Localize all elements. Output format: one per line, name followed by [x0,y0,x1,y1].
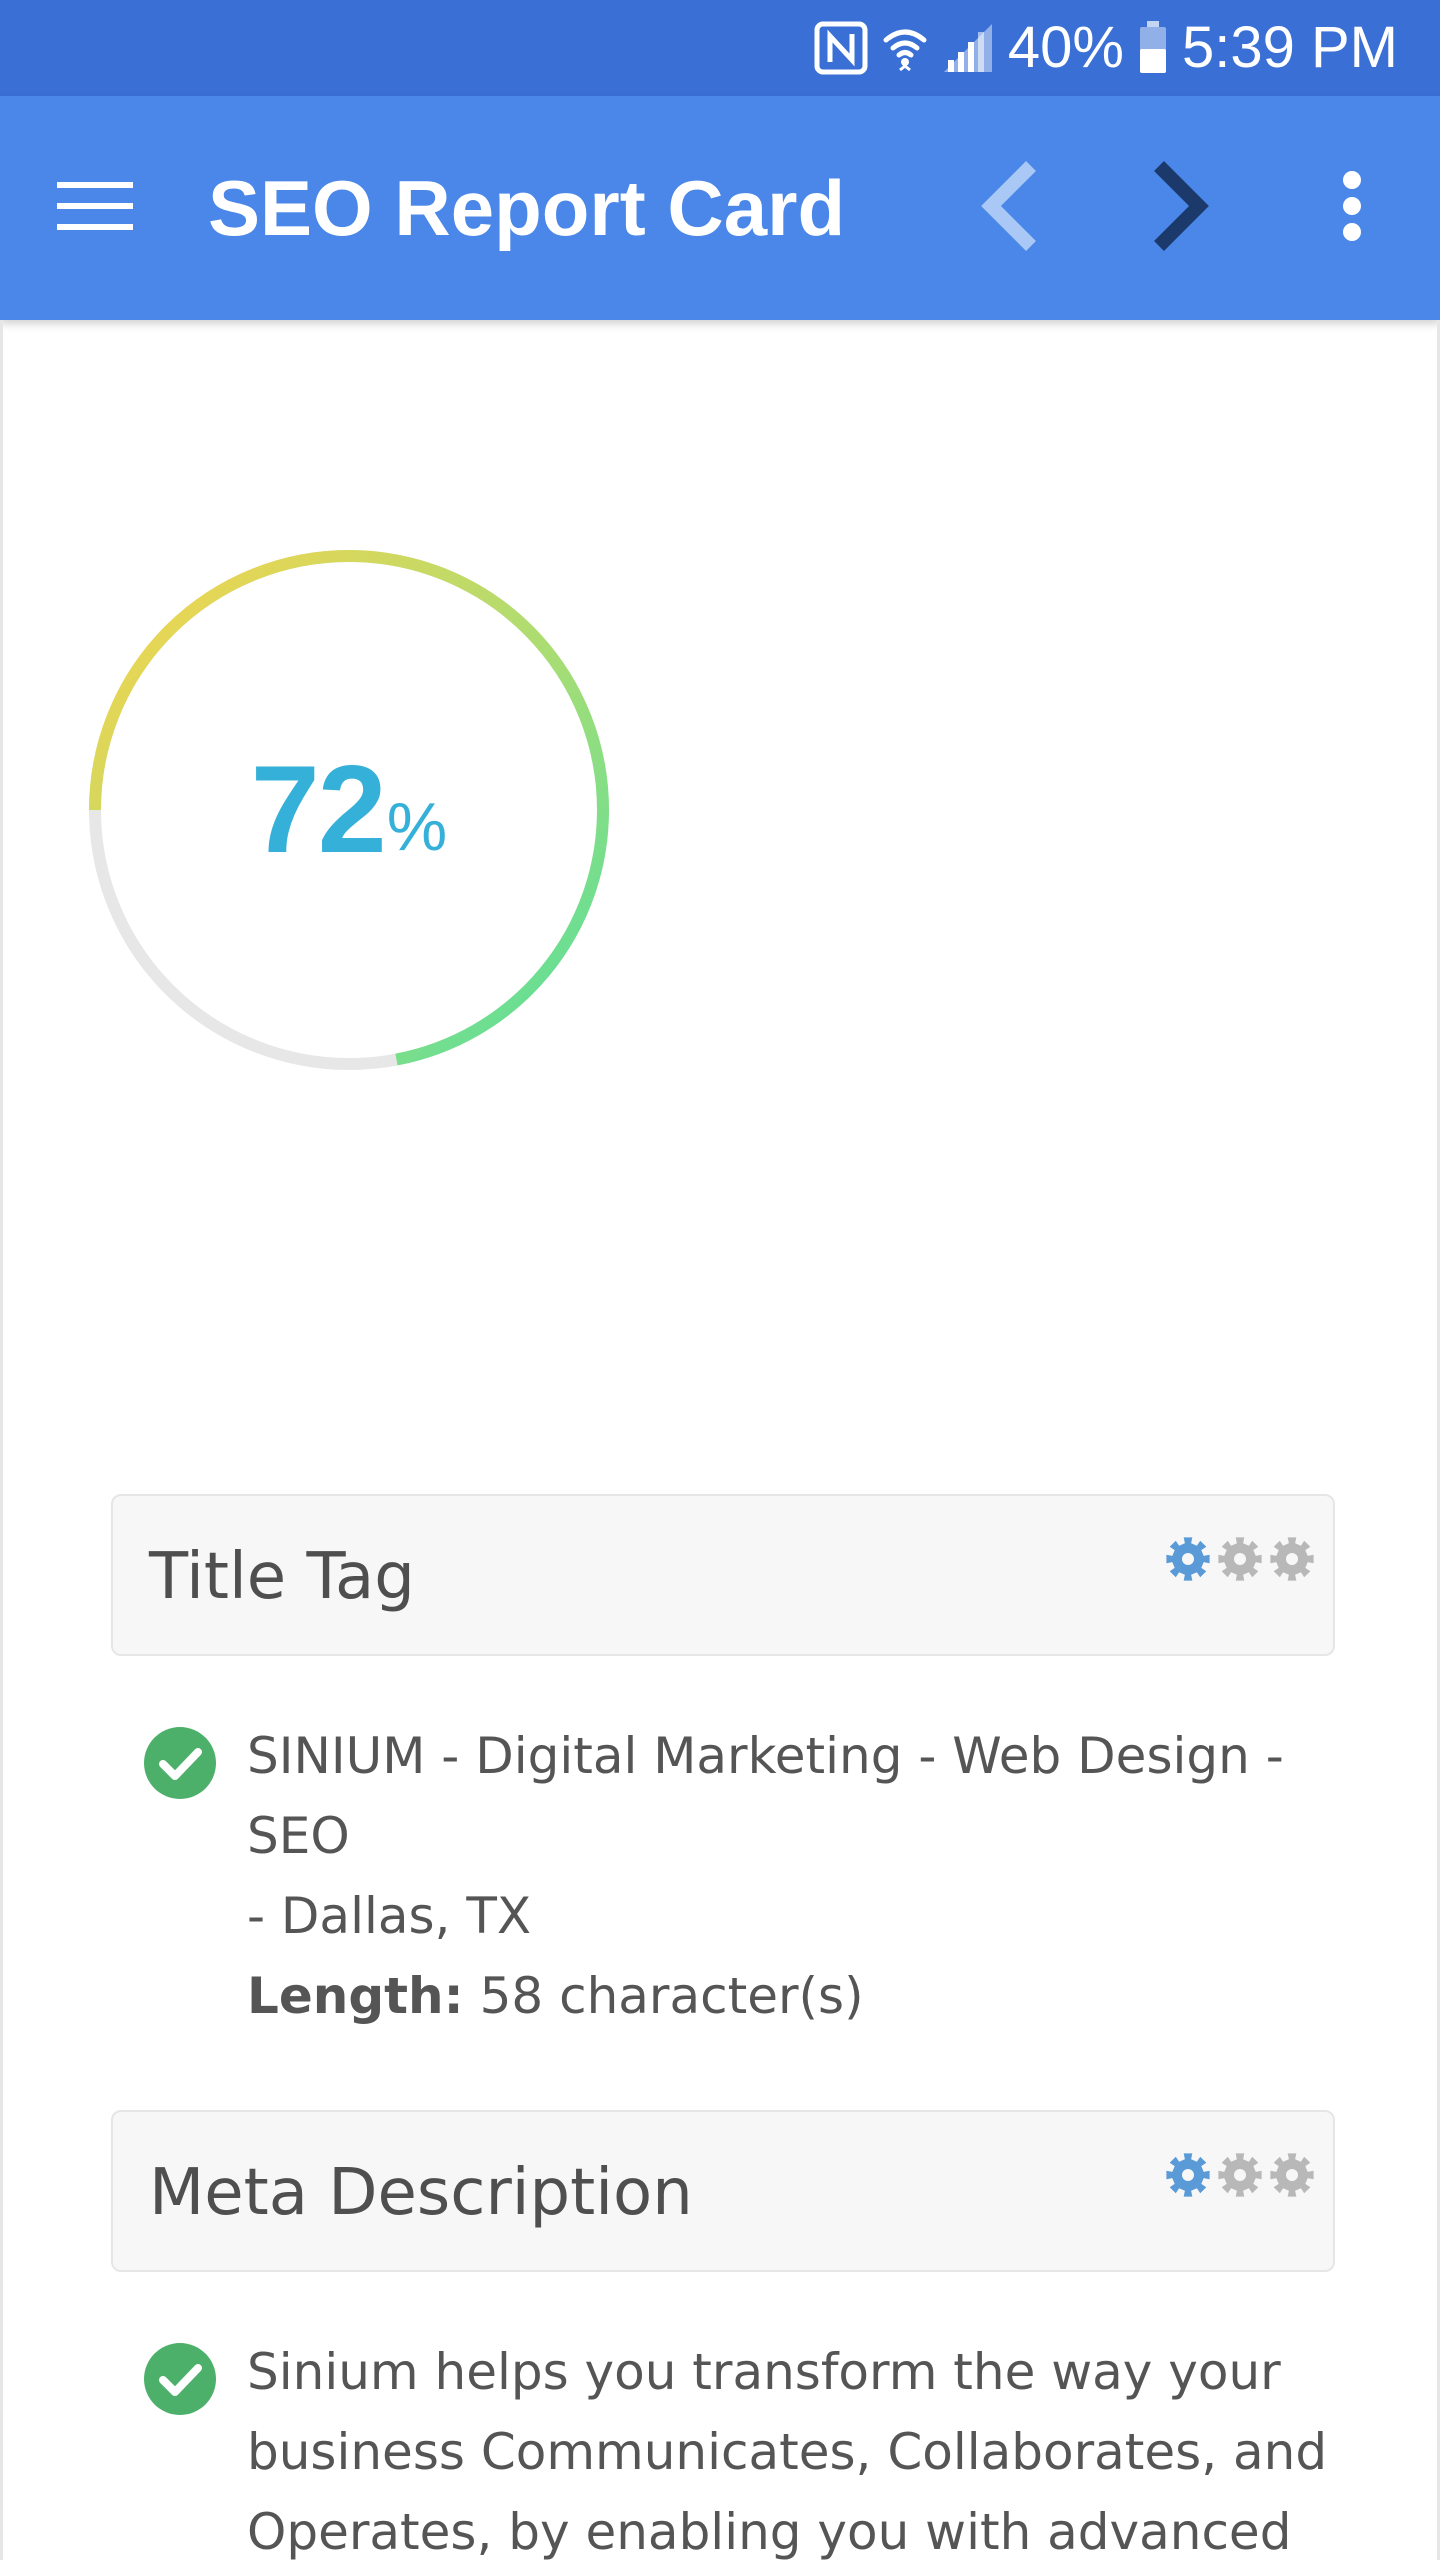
menu-icon [57,178,133,238]
gear-icon [1165,1536,1211,1586]
result-line: SINIUM - Digital Marketing - Web Design … [247,1727,1284,1865]
app-title: SEO Report Card [208,164,846,252]
score-gauge: 72 % [87,548,611,1072]
importance-gears [1165,1536,1315,1586]
result-line: Sinium helps you transform the way your [247,2343,1281,2401]
status-icons: 40% 5:39 PM [814,0,1398,96]
gear-icon [1217,2152,1263,2202]
score-value: 72 [250,741,387,879]
battery-percent: 40% [1007,15,1124,80]
report-content[interactable]: 72 % Title Tag SINIUM - Digital Marketin… [0,320,1440,2560]
more-options-button[interactable] [1300,144,1404,272]
signal-icon [942,22,994,74]
check-circle-icon [143,2342,217,2416]
score-label: 72 % [87,548,611,1072]
gear-icon [1269,1536,1315,1586]
gear-icon [1165,2152,1211,2202]
meta-description-result: Sinium helps you transform the way your … [143,2332,1333,2560]
section-title: Meta Description [149,2156,693,2230]
length-value: 58 character(s) [479,1967,864,2025]
importance-gears [1165,2152,1315,2202]
result-line: business Communicates, Collaborates, and [247,2423,1328,2481]
next-button[interactable] [1120,144,1240,272]
gear-icon [1217,1536,1263,1586]
more-vert-icon [1340,170,1364,246]
length-line: Length: 58 character(s) [247,1956,1357,2036]
status-time: 5:39 PM [1182,15,1398,80]
check-circle-icon [143,1726,217,1800]
section-title: Title Tag [149,1540,415,1614]
menu-button[interactable] [40,168,150,248]
battery-icon [1138,21,1168,75]
result-text: Sinium helps you transform the way your … [247,2332,1357,2560]
title-tag-result: SINIUM - Digital Marketing - Web Design … [143,1716,1333,2025]
score-unit: % [386,789,448,865]
status-bar: 40% 5:39 PM [0,0,1440,96]
chevron-right-icon [1145,156,1215,260]
result-text: SINIUM - Digital Marketing - Web Design … [247,1716,1357,2036]
chevron-left-icon [975,156,1045,260]
result-line: - Dallas, TX [247,1887,532,1945]
app-bar: SEO Report Card [0,96,1440,320]
previous-button[interactable] [950,144,1070,272]
length-label: Length: [247,1967,464,2025]
result-line: Operates, by enabling you with advanced [247,2503,1292,2560]
nfc-icon [814,20,868,76]
meta-description-header[interactable]: Meta Description [111,2110,1335,2272]
title-tag-header[interactable]: Title Tag [111,1494,1335,1656]
gear-icon [1269,2152,1315,2202]
wifi-icon [882,22,928,74]
